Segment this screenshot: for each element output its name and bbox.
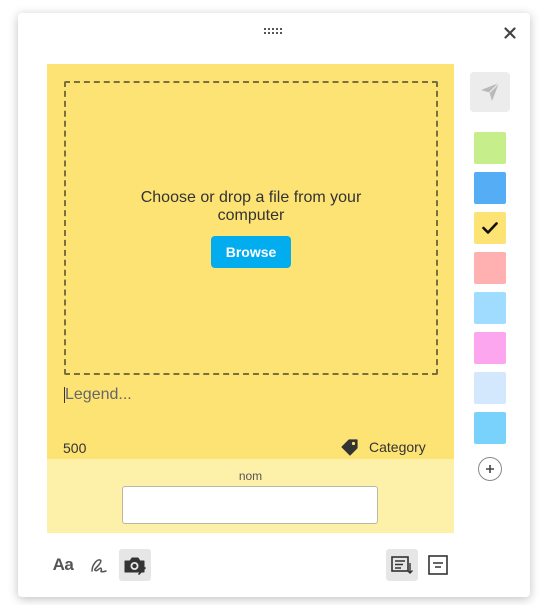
sort-list-button[interactable] bbox=[386, 549, 418, 581]
color-swatch-light-blue[interactable] bbox=[474, 292, 506, 324]
color-swatch-magenta[interactable] bbox=[474, 332, 506, 364]
send-icon bbox=[481, 82, 500, 101]
sort-list-icon bbox=[391, 556, 413, 574]
dropzone-message: Choose or drop a file from your computer bbox=[140, 189, 362, 224]
color-swatch-sky-blue[interactable] bbox=[474, 412, 506, 444]
note-footer: nom bbox=[47, 459, 454, 533]
category-selector[interactable]: Category bbox=[341, 436, 426, 458]
add-color-button[interactable] bbox=[478, 457, 502, 481]
drag-handle-icon[interactable] bbox=[264, 28, 284, 36]
legend-placeholder: Legend... bbox=[65, 386, 132, 403]
name-label: nom bbox=[238, 469, 263, 483]
file-dropzone[interactable]: Choose or drop a file from your computer… bbox=[64, 81, 438, 375]
checkmark-icon bbox=[482, 222, 498, 234]
category-label: Category bbox=[369, 439, 426, 455]
character-counter: 500 bbox=[63, 440, 87, 456]
tag-icon bbox=[341, 439, 358, 456]
sticky-note-dialog: Choose or drop a file from your computer… bbox=[18, 13, 530, 597]
text-format-button[interactable]: Aa bbox=[47, 549, 79, 581]
camera-icon bbox=[124, 557, 146, 575]
color-swatch-pink[interactable] bbox=[474, 252, 506, 284]
note-lines-icon bbox=[428, 555, 448, 575]
name-input[interactable] bbox=[122, 486, 378, 524]
color-swatch-yellow[interactable] bbox=[474, 212, 506, 244]
legend-input[interactable]: Legend... bbox=[64, 384, 434, 406]
camera-button[interactable] bbox=[119, 549, 151, 581]
browse-button[interactable]: Browse bbox=[211, 236, 291, 268]
plus-icon bbox=[486, 465, 494, 473]
close-button[interactable] bbox=[498, 21, 522, 45]
send-button[interactable] bbox=[470, 72, 510, 112]
close-icon bbox=[504, 27, 516, 39]
handwriting-icon bbox=[91, 559, 107, 573]
text-format-icon: Aa bbox=[52, 555, 74, 574]
color-swatch-green[interactable] bbox=[474, 132, 506, 164]
color-swatch-pale-blue[interactable] bbox=[474, 372, 506, 404]
note-lines-button[interactable] bbox=[422, 549, 454, 581]
handwriting-button[interactable] bbox=[83, 549, 115, 581]
note-card: Choose or drop a file from your computer… bbox=[47, 64, 454, 533]
color-swatch-blue[interactable] bbox=[474, 172, 506, 204]
